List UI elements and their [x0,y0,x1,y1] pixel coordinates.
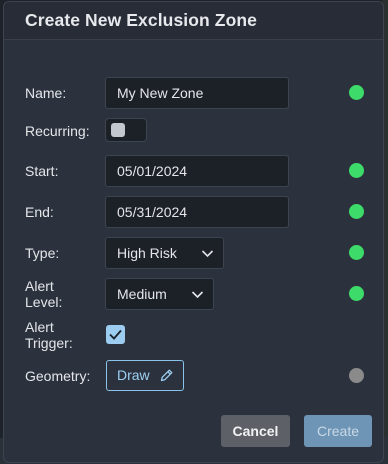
alert-trigger-label-line1: Alert [25,319,54,335]
create-exclusion-zone-dialog: Create New Exclusion Zone Name: Recurrin… [3,1,384,463]
name-input[interactable] [105,77,289,109]
name-status-dot [349,85,364,100]
start-date-input[interactable] [105,155,289,187]
dialog-title: Create New Exclusion Zone [25,10,258,30]
draw-button-label: Draw [117,367,150,383]
create-button[interactable]: Create [304,415,372,447]
recurring-toggle[interactable] [105,118,147,142]
end-date-input[interactable] [105,196,289,228]
alert-trigger-checkbox[interactable] [106,325,125,344]
alert-level-status-dot [349,286,364,301]
type-status-dot [349,245,364,260]
geometry-status-dot [349,368,364,383]
draw-geometry-button[interactable]: Draw [106,360,184,391]
name-label: Name: [25,85,67,101]
pencil-icon [160,369,173,382]
start-status-dot [349,163,364,178]
chevron-down-icon [191,291,204,299]
end-label: End: [25,204,54,220]
chevron-down-icon [201,250,214,258]
dialog-header: Create New Exclusion Zone [4,2,383,40]
alert-level-label: Alert Level: [25,278,62,310]
toggle-knob [111,123,125,137]
type-label: Type: [25,245,60,261]
geometry-label: Geometry: [25,368,91,384]
alert-trigger-label-line2: Trigger: [25,335,73,351]
alert-trigger-label: Alert Trigger: [25,319,73,351]
recurring-label: Recurring: [25,123,90,139]
end-status-dot [349,204,364,219]
alert-level-label-line1: Alert [25,278,54,294]
type-select[interactable]: High Risk [105,237,224,269]
alert-level-select[interactable]: Medium [105,278,214,310]
checkmark-icon [109,329,122,340]
start-label: Start: [25,163,59,179]
type-select-value: High Risk [117,245,177,261]
alert-level-select-value: Medium [117,286,167,302]
alert-level-label-line2: Level: [25,294,63,310]
cancel-button[interactable]: Cancel [221,415,290,447]
